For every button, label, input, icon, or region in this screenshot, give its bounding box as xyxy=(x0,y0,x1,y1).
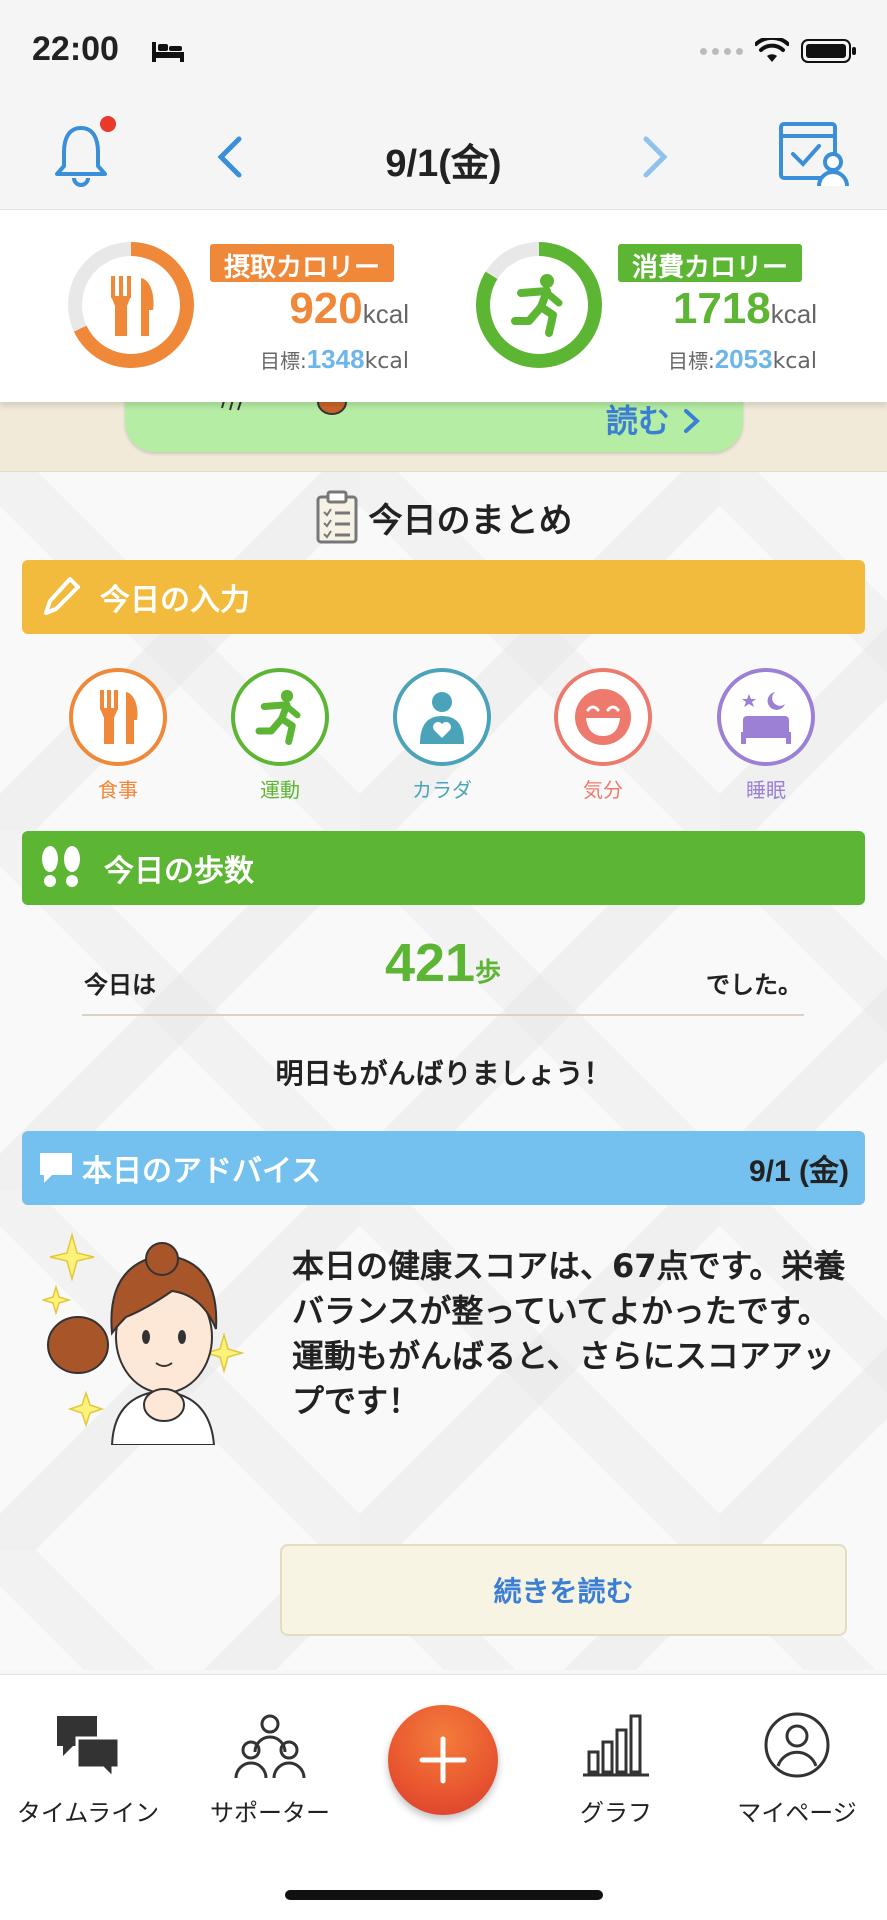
tab-graph[interactable]: グラフ xyxy=(531,1705,701,1828)
summary-title: 今日のまとめ xyxy=(368,500,573,541)
tab-supporters-label: サポーター xyxy=(210,1799,330,1827)
banner-read-link[interactable]: 読む xyxy=(606,396,703,442)
burned-goal-label: 目標: xyxy=(667,349,715,373)
intake-value-unit: kcal xyxy=(362,299,409,329)
steps-summary: 今日は 421歩 でした。 xyxy=(82,932,804,1016)
burned-calorie-ring xyxy=(476,242,602,368)
footprints-icon xyxy=(42,846,80,887)
entry-body[interactable]: カラダ xyxy=(387,668,497,803)
article-banner[interactable]: 読む xyxy=(0,389,887,472)
entry-mood-label: 気分 xyxy=(583,778,623,802)
advice-date: 9/1 (金) xyxy=(748,1155,849,1188)
intake-calorie-ring xyxy=(68,242,194,368)
chevron-right-icon xyxy=(684,409,700,433)
intake-goal-value: 1348 xyxy=(306,344,365,374)
status-indicators xyxy=(700,38,857,64)
entry-meal-label: 食事 xyxy=(98,778,138,802)
burned-goal-unit: kcal xyxy=(772,349,817,374)
bottom-tab-bar: タイムライン サポーター グラフ マイページ xyxy=(0,1674,887,1920)
notification-badge xyxy=(100,116,116,132)
intake-calorie-value: 920kcal xyxy=(289,284,409,334)
body-heart-icon xyxy=(420,692,464,744)
intake-goal: 目標:1348kcal xyxy=(260,344,409,375)
bed-moon-icon xyxy=(741,692,791,744)
tab-timeline-label: タイムライン xyxy=(16,1799,160,1827)
banner-read-label: 読む xyxy=(605,402,670,440)
tab-graph-label: グラフ xyxy=(580,1799,652,1827)
burned-calorie-label: 消費カロリー xyxy=(605,244,803,283)
burned-calorie-value: 1718kcal xyxy=(673,284,817,334)
pencil-icon xyxy=(44,577,80,615)
steps-number: 421 xyxy=(384,933,476,993)
entry-body-label: カラダ xyxy=(412,778,472,802)
intake-value-number: 920 xyxy=(289,284,363,333)
burned-value-number: 1718 xyxy=(672,284,771,333)
burned-goal-value: 2053 xyxy=(714,344,773,374)
advice-title: 本日のアドバイス xyxy=(82,1154,322,1189)
steps-header: 今日の歩数 xyxy=(22,831,865,905)
entry-exercise[interactable]: 運動 xyxy=(225,668,335,803)
people-icon xyxy=(234,1714,306,1779)
today-input-header: 今日の入力 xyxy=(22,560,865,634)
tab-supporters[interactable]: サポーター xyxy=(185,1705,355,1828)
cellular-signal-icon xyxy=(700,47,743,55)
burned-goal: 目標:2053kcal xyxy=(668,344,817,375)
bed-icon xyxy=(152,42,184,62)
bar-graph-icon xyxy=(583,1714,649,1777)
current-date[interactable]: 9/1(金) xyxy=(0,132,887,187)
calendar-check-user-icon[interactable] xyxy=(777,118,851,188)
steps-encouragement: 明日もがんばりましょう！ xyxy=(275,1057,612,1090)
speech-bubble-icon xyxy=(40,1153,72,1183)
entry-sleep-label: 睡眠 xyxy=(746,778,786,802)
battery-icon xyxy=(801,39,856,63)
advisor-character-illustration xyxy=(42,1232,245,1445)
entry-meal[interactable]: 食事 xyxy=(63,668,173,803)
date-nav-bar: 9/1(金) xyxy=(0,100,887,210)
steps-count: 421歩 xyxy=(82,932,804,994)
user-icon xyxy=(764,1712,830,1778)
intake-goal-label: 目標: xyxy=(259,349,307,373)
steps-unit: 歩 xyxy=(475,957,502,987)
tab-mypage-label: マイページ xyxy=(737,1799,857,1827)
plus-icon xyxy=(419,1736,467,1784)
advice-text: 本日の健康スコアは、67点です。栄養バランスが整っていてよかったです。運動もがん… xyxy=(292,1247,846,1420)
fork-knife-icon xyxy=(100,690,138,744)
calorie-summary-panel[interactable]: 摂取カロリー 920kcal 目標:1348kcal 消費カロリー 1718kc… xyxy=(0,210,887,402)
steps-suffix: でした。 xyxy=(706,971,802,999)
next-day-icon[interactable] xyxy=(640,135,670,179)
entry-exercise-label: 運動 xyxy=(260,778,300,802)
entry-mood[interactable]: 気分 xyxy=(548,668,658,803)
entry-sleep[interactable]: 睡眠 xyxy=(711,668,821,803)
advice-header: 本日のアドバイス 9/1 (金) xyxy=(22,1131,865,1205)
status-time: 22:00 xyxy=(32,30,119,68)
intake-goal-unit: kcal xyxy=(364,349,409,374)
summary-heading: 今日のまとめ xyxy=(0,490,887,553)
smiley-face-icon xyxy=(575,689,631,745)
fork-knife-icon xyxy=(111,276,154,336)
chat-bubbles-icon xyxy=(57,1716,121,1780)
home-indicator[interactable] xyxy=(285,1890,603,1900)
tab-timeline[interactable]: タイムライン xyxy=(3,1705,173,1828)
steps-title: 今日の歩数 xyxy=(104,854,254,889)
clipboard-checklist-icon xyxy=(316,490,357,544)
add-entry-button[interactable] xyxy=(388,1705,498,1815)
running-person-icon xyxy=(511,274,563,337)
tab-mypage[interactable]: マイページ xyxy=(712,1705,882,1828)
status-bar: 22:00 xyxy=(0,0,887,100)
wifi-icon xyxy=(755,38,789,62)
burned-value-unit: kcal xyxy=(770,299,817,329)
today-input-title: 今日の入力 xyxy=(100,583,250,618)
read-more-button[interactable]: 続きを読む xyxy=(280,1544,847,1636)
running-person-icon xyxy=(255,689,301,745)
intake-calorie-label: 摂取カロリー xyxy=(197,244,395,283)
